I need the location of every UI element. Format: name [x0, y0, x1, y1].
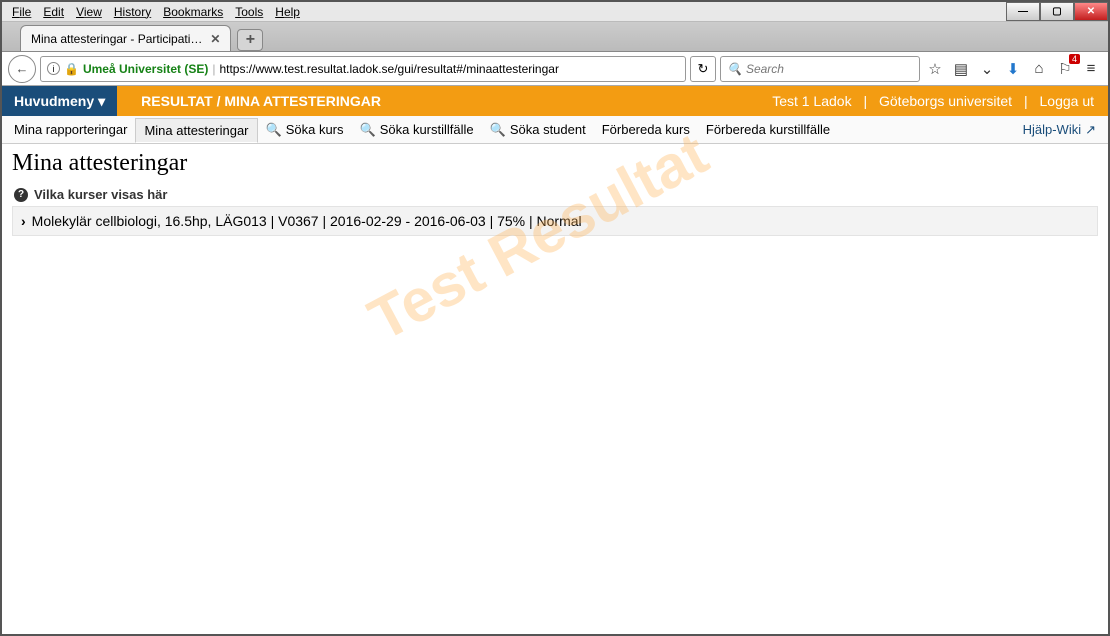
search-icon: 🔍	[490, 122, 506, 138]
header-right: Test 1 Ladok | Göteborgs universitet | L…	[768, 93, 1108, 109]
site-identity: Umeå Universitet (SE)	[83, 62, 208, 76]
hamburger-menu-icon[interactable]: ≡	[1080, 58, 1102, 80]
user-name: Test 1 Ladok	[768, 93, 855, 109]
url-input[interactable]	[219, 62, 679, 76]
browser-toolbar: ← i 🔒 Umeå Universitet (SE) | ↻ 🔍 Search…	[2, 52, 1108, 86]
bookmark-star-icon[interactable]: ☆	[924, 58, 946, 80]
menubar: File Edit View History Bookmarks Tools H…	[2, 2, 1108, 22]
menu-view[interactable]: View	[70, 4, 108, 20]
page-title: Mina attesteringar	[12, 150, 1098, 177]
nav-soka-kurs[interactable]: 🔍 Söka kurs	[258, 118, 352, 142]
new-tab-button[interactable]: +	[237, 29, 263, 51]
search-placeholder: Search	[746, 62, 784, 76]
back-button[interactable]: ←	[8, 55, 36, 83]
tabstrip: Mina attesteringar - Participati… ✕ +	[2, 22, 1108, 52]
url-separator: |	[212, 62, 215, 76]
menu-tools[interactable]: Tools	[229, 4, 269, 20]
nav-mina-attesteringar[interactable]: Mina attesteringar	[135, 118, 257, 143]
nav-soka-student[interactable]: 🔍 Söka student	[482, 118, 594, 142]
course-text: Molekylär cellbiologi, 16.5hp, LÄG013 | …	[32, 213, 582, 229]
sep: |	[859, 93, 871, 109]
logout-link[interactable]: Logga ut	[1036, 93, 1099, 109]
nav-label: Söka kurstillfälle	[380, 122, 474, 137]
reload-button[interactable]: ↻	[690, 56, 716, 82]
nav-mina-rapporteringar[interactable]: Mina rapporteringar	[6, 118, 135, 141]
sep: |	[1020, 93, 1032, 109]
nav-forbereda-kurs[interactable]: Förbereda kurs	[594, 118, 698, 141]
menu-edit[interactable]: Edit	[37, 4, 70, 20]
nav-label: Hjälp-Wiki	[1023, 122, 1082, 137]
course-row[interactable]: › Molekylär cellbiologi, 16.5hp, LÄG013 …	[12, 206, 1098, 236]
nav-forbereda-kurstillfalle[interactable]: Förbereda kurstillfälle	[698, 118, 838, 141]
breadcrumb: RESULTAT / MINA ATTESTERINGAR	[117, 93, 768, 109]
search-icon: 🔍	[266, 122, 282, 138]
lock-icon: 🔒	[64, 62, 79, 76]
menu-file[interactable]: File	[6, 4, 37, 20]
pocket-icon[interactable]: ⌄	[976, 58, 998, 80]
help-line[interactable]: ? Vilka kurser visas här	[12, 183, 1098, 206]
main-menu-button[interactable]: Huvudmeny ▾	[2, 86, 117, 116]
external-link-icon: ↗	[1085, 122, 1096, 138]
search-bar[interactable]: 🔍 Search	[720, 56, 920, 82]
main-menu-label: Huvudmeny	[14, 93, 94, 109]
help-wiki-link[interactable]: Hjälp-Wiki↗	[1015, 118, 1104, 142]
close-button[interactable]: ✕	[1074, 2, 1108, 21]
help-text: Vilka kurser visas här	[34, 187, 167, 202]
menu-bookmarks[interactable]: Bookmarks	[157, 4, 229, 20]
search-icon: 🔍	[360, 122, 376, 138]
home-icon[interactable]: ⌂	[1028, 58, 1050, 80]
tab-title: Mina attesteringar - Participati…	[31, 32, 202, 46]
browser-tab[interactable]: Mina attesteringar - Participati… ✕	[20, 25, 231, 51]
nav-soka-kurstillfalle[interactable]: 🔍 Söka kurstillfälle	[352, 118, 482, 142]
maximize-button[interactable]: ▢	[1040, 2, 1074, 21]
download-icon[interactable]: ⬇	[1002, 58, 1024, 80]
nav-label: Söka student	[510, 122, 586, 137]
org-name: Göteborgs universitet	[875, 93, 1016, 109]
question-icon: ?	[14, 188, 28, 202]
clipboard-icon[interactable]: ▤	[950, 58, 972, 80]
notifications-icon[interactable]: ⚐	[1054, 58, 1076, 80]
minimize-button[interactable]: —	[1006, 2, 1040, 21]
app-header: Huvudmeny ▾ RESULTAT / MINA ATTESTERINGA…	[2, 86, 1108, 116]
search-icon: 🔍	[727, 62, 742, 76]
menu-history[interactable]: History	[108, 4, 157, 20]
menu-help[interactable]: Help	[269, 4, 306, 20]
chevron-down-icon: ▾	[98, 93, 105, 110]
sub-nav: Mina rapporteringar Mina attesteringar 🔍…	[2, 116, 1108, 144]
nav-label: Söka kurs	[286, 122, 344, 137]
page-content: Mina attesteringar ? Vilka kurser visas …	[2, 144, 1108, 242]
chevron-right-icon: ›	[21, 213, 26, 229]
tab-close-icon[interactable]: ✕	[210, 32, 220, 46]
window-controls: — ▢ ✕	[1006, 2, 1108, 22]
info-icon[interactable]: i	[47, 62, 60, 75]
url-bar[interactable]: i 🔒 Umeå Universitet (SE) |	[40, 56, 686, 82]
